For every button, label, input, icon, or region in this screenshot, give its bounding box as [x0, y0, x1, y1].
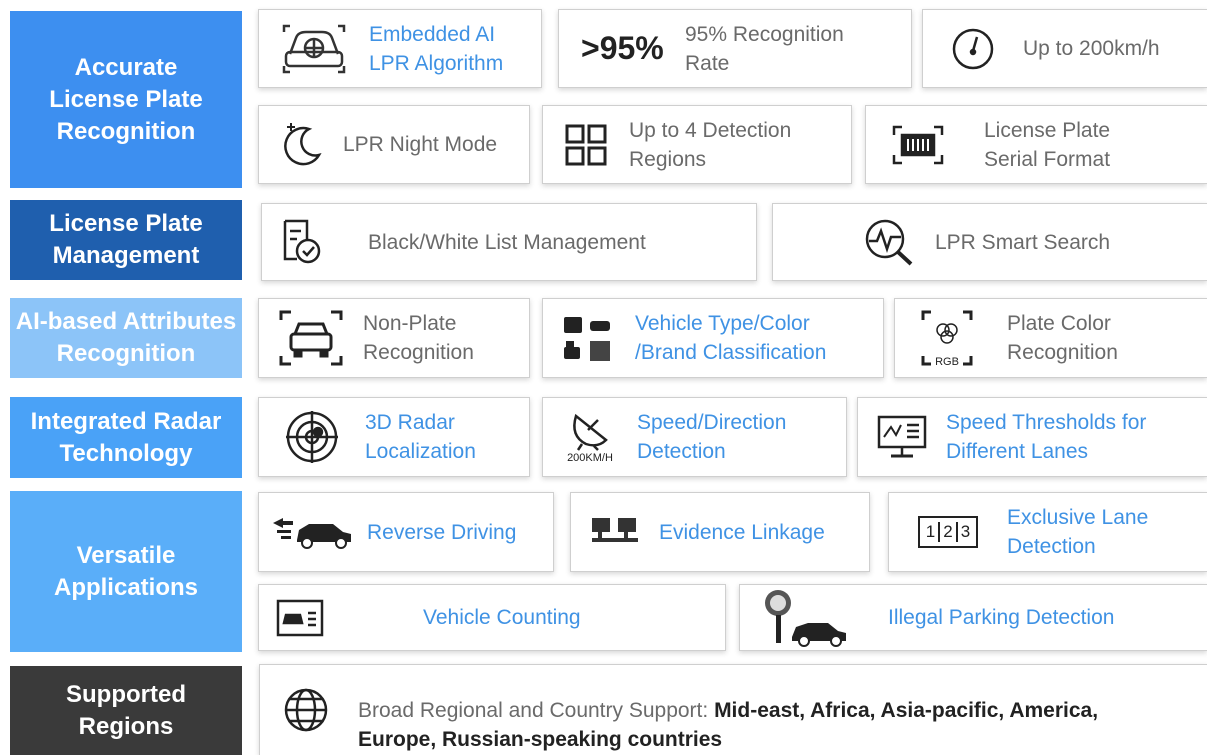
counting-card-icon	[259, 599, 341, 637]
vehicle-types-icon	[543, 311, 631, 365]
lane-number: 3	[960, 522, 971, 541]
category-lp-management: License Plate Management	[10, 200, 242, 280]
card-reverse-driving: Reverse Driving	[258, 492, 554, 572]
rgb-scan-icon: RGB	[895, 310, 999, 368]
grid-icon	[543, 123, 629, 167]
card-smart-search: LPR Smart Search	[772, 203, 1207, 281]
category-ai-attributes: AI-based Attributes Recognition	[10, 298, 242, 378]
radar-icon	[259, 410, 365, 464]
card-recognition-rate: >95% 95% Recognition Rate	[558, 9, 912, 88]
recognition-big-text: >95%	[581, 30, 664, 66]
feature-label: LPR Smart Search	[935, 230, 1111, 254]
regions-text: Broad Regional and Country Support: Mid-…	[358, 667, 1098, 754]
search-pulse-icon	[773, 217, 917, 267]
satellite-dish-icon: 200KM/H	[543, 410, 637, 464]
moon-icon	[259, 121, 343, 169]
card-plate-color: RGB Plate Color Recognition	[894, 298, 1207, 378]
globe-icon	[260, 687, 352, 733]
monitor-chart-icon	[858, 415, 946, 459]
feature-label: Exclusive Lane Detection	[1007, 506, 1149, 558]
card-exclusive-lane: 1 2 3 Exclusive Lane Detection	[888, 492, 1207, 572]
card-regions: Broad Regional and Country Support: Mid-…	[259, 664, 1207, 755]
speedometer-icon	[923, 27, 1023, 71]
feature-label: Non-Plate Recognition	[363, 312, 474, 364]
feature-label: LPR Night Mode	[343, 133, 498, 156]
barcode-icon	[866, 125, 970, 165]
category-versatile: Versatile Applications	[10, 491, 242, 652]
document-check-icon	[262, 219, 340, 265]
feature-label: Vehicle Counting	[423, 606, 581, 629]
feature-label: Up to 4 Detection Regions	[629, 118, 792, 171]
lane-number: 1	[923, 522, 941, 542]
card-embedded-ai: Embedded AI LPR Algorithm	[258, 9, 542, 88]
feature-label: Plate Color Recognition	[1007, 312, 1118, 364]
card-vehicle-counting: Vehicle Counting	[258, 584, 726, 651]
card-speed-thresholds: Speed Thresholds for Different Lanes	[857, 397, 1207, 477]
reverse-car-icon	[259, 514, 367, 550]
linked-devices-icon	[571, 516, 659, 548]
feature-label: Evidence Linkage	[659, 520, 825, 544]
regions-list-2: Europe, Russian-speaking countries	[358, 727, 723, 751]
card-bw-list: Black/White List Management	[261, 203, 757, 281]
card-illegal-parking: Illegal Parking Detection	[739, 584, 1207, 651]
feature-label: Reverse Driving	[367, 520, 517, 544]
card-non-plate: Non-Plate Recognition	[258, 298, 530, 378]
category-regions: Supported Regions	[10, 666, 242, 755]
lane-number: 2	[940, 522, 958, 542]
feature-label: 95% Recognition Rate	[685, 22, 844, 75]
card-night-mode: LPR Night Mode	[258, 105, 530, 184]
feature-label: Up to 200km/h	[1023, 37, 1160, 60]
feature-label: License Plate Serial Format	[984, 118, 1111, 171]
card-radar: 3D Radar Localization	[258, 397, 530, 477]
feature-label: 3D Radar Localization	[365, 411, 476, 463]
speed-badge: 200KM/H	[567, 452, 613, 464]
category-radar: Integrated Radar Technology	[10, 397, 242, 478]
card-speed: Up to 200km/h	[922, 9, 1207, 88]
card-detection-regions: Up to 4 Detection Regions	[542, 105, 852, 184]
feature-label: Illegal Parking Detection	[888, 606, 1115, 629]
lane-icon: 1 2 3	[889, 516, 1007, 548]
feature-label: Vehicle Type/Color /Brand Classification	[635, 312, 827, 364]
parking-sign-icon	[740, 589, 870, 647]
feature-label: Speed/Direction Detection	[637, 411, 787, 463]
card-vehicle-type: Vehicle Type/Color /Brand Classification	[542, 298, 884, 378]
feature-label: Black/White List Management	[368, 230, 646, 254]
card-evidence-linkage: Evidence Linkage	[570, 492, 870, 572]
car-scan-icon	[259, 310, 363, 366]
feature-label: Speed Thresholds for Different Lanes	[946, 411, 1147, 463]
feature-label: Embedded AI LPR Algorithm	[369, 22, 504, 75]
car-head-icon	[259, 24, 369, 74]
regions-list: Mid-east, Africa, Asia-pacific, America,	[714, 698, 1099, 722]
card-speed-direction: 200KM/H Speed/Direction Detection	[542, 397, 847, 477]
card-serial-format: License Plate Serial Format	[865, 105, 1207, 184]
regions-prefix: Broad Regional and Country Support:	[358, 698, 715, 722]
rgb-label: RGB	[935, 356, 959, 368]
category-accurate-lpr: Accurate License Plate Recognition	[10, 11, 242, 188]
